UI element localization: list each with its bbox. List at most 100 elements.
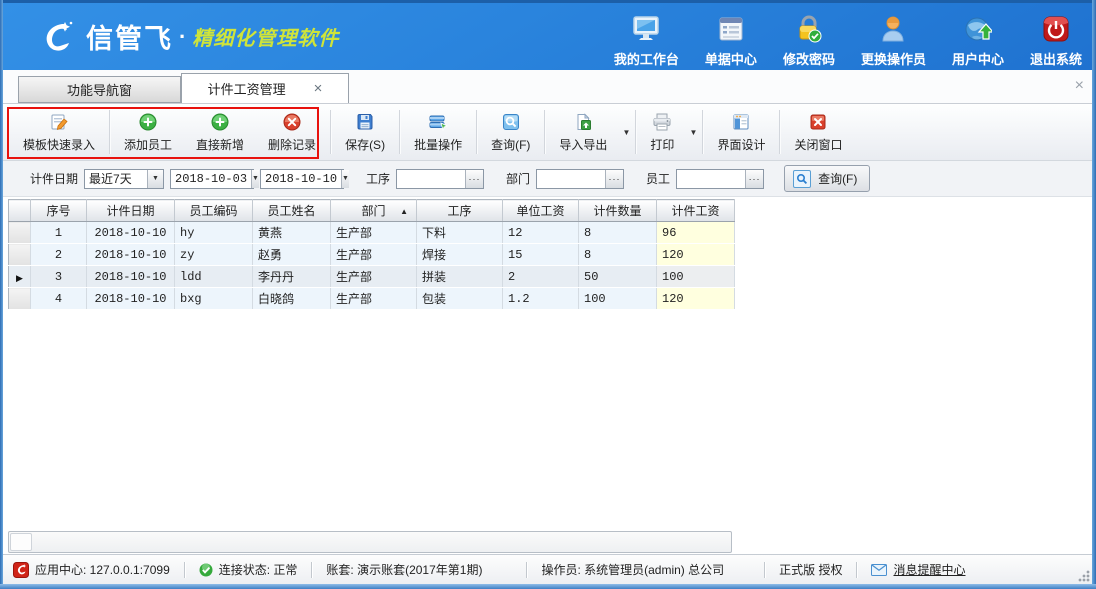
cell-dept[interactable]: 生产部	[331, 222, 417, 244]
toolbar-button-label: 打印	[650, 136, 674, 153]
toolbar-button-batch-ops[interactable]: 批量操作	[402, 107, 474, 157]
cell-qty[interactable]: 8	[579, 222, 657, 244]
col-header-dept[interactable]: 部门 ▲	[331, 200, 417, 222]
date-range-combo[interactable]: 最近7天 ▼	[84, 169, 164, 189]
cell-date[interactable]: 2018-10-10	[87, 288, 175, 310]
process-input[interactable]	[397, 170, 465, 188]
employee-label: 员工	[646, 170, 670, 187]
col-header-pay[interactable]: 计件工资	[657, 200, 735, 222]
nav-user-center[interactable]: 用户中心	[952, 13, 1004, 68]
horizontal-scrollbar[interactable]	[8, 531, 732, 553]
cell-pay[interactable]: 120	[657, 244, 735, 266]
row-selector[interactable]	[9, 244, 31, 266]
cell-pay[interactable]: 120	[657, 288, 735, 310]
message-center-link[interactable]: 消息提醒中心	[871, 561, 965, 578]
scrollbar-thumb[interactable]	[10, 533, 32, 551]
cell-qty[interactable]: 50	[579, 266, 657, 288]
cell-seq[interactable]: 1	[31, 222, 87, 244]
cell-emp-code[interactable]: bxg	[175, 288, 253, 310]
workspace-close-icon[interactable]: ×	[1075, 78, 1084, 94]
toolbar-button-label: 直接新增	[196, 136, 244, 153]
cell-process[interactable]: 下料	[417, 222, 503, 244]
cell-unit-wage[interactable]: 1.2	[503, 288, 579, 310]
cell-date[interactable]: 2018-10-10	[87, 244, 175, 266]
nav-change-operator[interactable]: 更换操作员	[861, 13, 926, 68]
tab-close-icon[interactable]: ×	[314, 81, 323, 96]
row-selector[interactable]	[9, 288, 31, 310]
print-dropdown-arrow-icon[interactable]: ▼	[686, 107, 700, 157]
nav-exit-system[interactable]: 退出系统	[1030, 13, 1082, 68]
cell-process[interactable]: 包装	[417, 288, 503, 310]
col-header-unit-wage[interactable]: 单位工资	[503, 200, 579, 222]
employee-field: ···	[676, 169, 764, 189]
toolbar-button-import-export[interactable]: 导入导出	[547, 107, 619, 157]
cell-emp-code[interactable]: hy	[175, 222, 253, 244]
toolbar-button-query[interactable]: 查询(F)	[479, 107, 542, 157]
lookup-ellipsis-icon[interactable]: ···	[465, 170, 483, 188]
resize-grip[interactable]	[1078, 570, 1090, 582]
cell-emp-code[interactable]: ldd	[175, 266, 253, 288]
table-row[interactable]: 2 2018-10-10 zy 赵勇 生产部 焊接 15 8 120	[9, 244, 735, 266]
nav-my-workbench[interactable]: 我的工作台	[614, 13, 679, 68]
toolbar-button-label: 添加员工	[124, 136, 172, 153]
table-row-selected[interactable]: ▶ 3 2018-10-10 ldd 李丹丹 生产部 拼装 2 50 100	[9, 266, 735, 288]
lookup-ellipsis-icon[interactable]: ···	[605, 170, 623, 188]
cell-process[interactable]: 拼装	[417, 266, 503, 288]
cell-unit-wage[interactable]: 15	[503, 244, 579, 266]
employee-input[interactable]	[677, 170, 745, 188]
toolbar-button-ui-design[interactable]: 界面设计	[705, 107, 777, 157]
lookup-ellipsis-icon[interactable]: ···	[745, 170, 763, 188]
toolbar-button-delete-record[interactable]: 删除记录	[256, 107, 328, 157]
dropdown-arrow-icon[interactable]: ▼	[251, 170, 259, 188]
nav-change-password[interactable]: 修改密码	[783, 13, 835, 68]
query-button[interactable]: 查询(F)	[784, 165, 870, 192]
col-header-emp-code[interactable]: 员工编码	[175, 200, 253, 222]
toolbar-button-direct-add[interactable]: 直接新增	[184, 107, 256, 157]
toolbar-button-close-window[interactable]: 关闭窗口	[782, 107, 854, 157]
cell-date[interactable]: 2018-10-10	[87, 266, 175, 288]
tab-function-nav[interactable]: 功能导航窗	[18, 76, 181, 103]
table-row[interactable]: 1 2018-10-10 hy 黄燕 生产部 下料 12 8 96	[9, 222, 735, 244]
toolbar-button-save[interactable]: 保存(S)	[333, 107, 397, 157]
cell-unit-wage[interactable]: 12	[503, 222, 579, 244]
cell-process[interactable]: 焊接	[417, 244, 503, 266]
dropdown-arrow-icon[interactable]: ▼	[147, 170, 163, 188]
col-header-date[interactable]: 计件日期	[87, 200, 175, 222]
cell-qty[interactable]: 100	[579, 288, 657, 310]
col-header-qty[interactable]: 计件数量	[579, 200, 657, 222]
col-header-process[interactable]: 工序	[417, 200, 503, 222]
cell-qty[interactable]: 8	[579, 244, 657, 266]
cell-seq[interactable]: 4	[31, 288, 87, 310]
date-to-combo[interactable]: 2018-10-10 ▼	[260, 169, 344, 189]
operator-person-icon	[879, 13, 907, 45]
cell-pay[interactable]: 100	[657, 266, 735, 288]
cell-date[interactable]: 2018-10-10	[87, 222, 175, 244]
cell-emp-name[interactable]: 白晓鸽	[253, 288, 331, 310]
nav-document-center[interactable]: 单据中心	[705, 13, 757, 68]
cell-unit-wage[interactable]: 2	[503, 266, 579, 288]
cell-dept[interactable]: 生产部	[331, 266, 417, 288]
row-selector[interactable]	[9, 222, 31, 244]
dept-input[interactable]	[537, 170, 605, 188]
cell-emp-code[interactable]: zy	[175, 244, 253, 266]
tab-piecework-wage[interactable]: 计件工资管理 ×	[181, 73, 349, 103]
toolbar-button-print[interactable]: 打印	[638, 107, 686, 157]
toolbar-button-add-employee[interactable]: 添加员工	[112, 107, 184, 157]
toolbar-button-template-entry[interactable]: 模板快速录入	[11, 107, 107, 157]
cell-emp-name[interactable]: 黄燕	[253, 222, 331, 244]
cell-pay[interactable]: 96	[657, 222, 735, 244]
cell-dept[interactable]: 生产部	[331, 244, 417, 266]
app-logo: 信管飞 · 精细化管理软件	[38, 17, 339, 56]
cell-seq[interactable]: 2	[31, 244, 87, 266]
cell-dept[interactable]: 生产部	[331, 288, 417, 310]
status-separator	[526, 562, 527, 578]
col-header-seq[interactable]: 序号	[31, 200, 87, 222]
date-from-combo[interactable]: 2018-10-03 ▼	[170, 169, 254, 189]
col-header-emp-name[interactable]: 员工姓名	[253, 200, 331, 222]
import-export-dropdown-arrow-icon[interactable]: ▼	[619, 107, 633, 157]
table-row[interactable]: 4 2018-10-10 bxg 白晓鸽 生产部 包装 1.2 100 120	[9, 288, 735, 310]
cell-emp-name[interactable]: 赵勇	[253, 244, 331, 266]
cell-emp-name[interactable]: 李丹丹	[253, 266, 331, 288]
cell-seq[interactable]: 3	[31, 266, 87, 288]
dropdown-arrow-icon[interactable]: ▼	[341, 170, 349, 188]
